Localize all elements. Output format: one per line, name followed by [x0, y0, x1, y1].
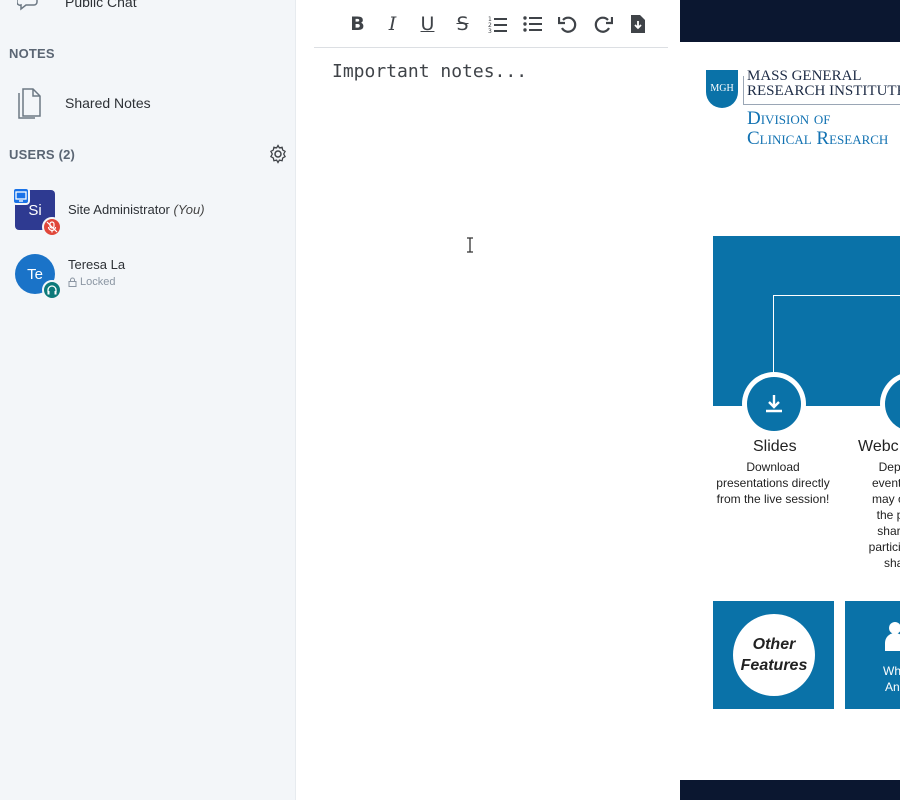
- other-features-circle: Other Features: [733, 614, 815, 696]
- public-chat-item[interactable]: Public Chat: [0, 0, 296, 14]
- lock-status: Locked: [68, 276, 115, 288]
- feature-desc-line: Depen: [878, 460, 900, 474]
- shared-notes-pane: B I U S 123: [296, 0, 680, 800]
- headphones-icon: [42, 280, 62, 300]
- bullet-list-icon: [522, 15, 542, 32]
- user-name: Site Administrator (You): [68, 202, 205, 217]
- feature-desc-slides: Download presentations directly from the…: [708, 459, 838, 507]
- gear-icon[interactable]: [268, 144, 288, 164]
- text-cursor-icon: [466, 237, 474, 258]
- logo-divider: [743, 76, 744, 104]
- ordered-list-icon: 123: [488, 16, 507, 33]
- org-rule: [743, 104, 900, 105]
- feature-desc-line: the pre: [876, 508, 900, 522]
- tile-partial-line1: Wh: [883, 664, 900, 678]
- public-chat-label: Public Chat: [65, 0, 137, 10]
- other-features-tile: Other Features: [713, 601, 834, 709]
- underline-button[interactable]: U: [410, 4, 445, 44]
- user-name: Teresa La: [68, 257, 126, 272]
- feature-tile-partial: Wh An: [845, 601, 900, 709]
- user-list-sidebar: Public Chat NOTES Shared Notes USERS (2)…: [0, 0, 296, 800]
- presentation-area: MGH MASS GENERAL RESEARCH INSTITUTE Divi…: [680, 0, 900, 800]
- feature-desc-line: may onl: [871, 492, 900, 506]
- feature-desc-line: presentations directly: [716, 476, 830, 490]
- shared-notes-label: Shared Notes: [65, 95, 151, 111]
- svg-text:3: 3: [488, 28, 492, 33]
- other-features-line2: Features: [740, 657, 808, 674]
- user-item-site-administrator[interactable]: Si Site Administrator (You): [0, 185, 296, 237]
- user-name-text: Site Administrator: [68, 202, 170, 217]
- lock-icon: [68, 277, 77, 287]
- feature-desc-line: event, y: [871, 476, 900, 490]
- tile-partial-line2: An: [885, 680, 900, 694]
- feature-desc-webcam: Depen event, y may onl the pre shared pa…: [854, 459, 900, 571]
- shared-notes-item[interactable]: Shared Notes: [0, 86, 296, 120]
- redo-icon: [594, 16, 613, 33]
- muted-mic-icon: [42, 217, 62, 237]
- presentation-slide[interactable]: MGH MASS GENERAL RESEARCH INSTITUTE Divi…: [680, 42, 900, 780]
- division-line2: Clinical Research: [747, 128, 889, 149]
- feature-title-webcam: Webc: [858, 438, 899, 455]
- org-name-line2: RESEARCH INSTITUTE: [747, 83, 900, 99]
- download-icon: [766, 395, 782, 413]
- document-icon: [12, 86, 46, 120]
- feature-desc-line: from the live session!: [716, 492, 830, 506]
- undo-icon: [557, 16, 576, 33]
- other-features-line1: Other: [752, 636, 796, 653]
- notes-section-title: NOTES: [9, 46, 55, 61]
- presenter-icon: [12, 187, 30, 205]
- svg-text:MGH: MGH: [710, 83, 733, 94]
- file-download-icon: [630, 14, 645, 33]
- feature-desc-line: share: [883, 556, 900, 570]
- user-item-teresa-la[interactable]: Te Teresa La Locked: [0, 250, 296, 302]
- feature-desc-line: participa: [868, 540, 900, 554]
- feature-desc-line: Download: [746, 460, 800, 474]
- italic-button[interactable]: I: [375, 4, 410, 44]
- ordered-list-button[interactable]: 123: [480, 4, 515, 44]
- undo-button[interactable]: [550, 4, 585, 44]
- mgh-shield-logo: MGH: [705, 69, 739, 109]
- feature-title-slides: Slides: [753, 438, 797, 455]
- person-icon: [885, 622, 900, 651]
- notes-editor[interactable]: [332, 56, 662, 86]
- users-section-title: USERS (2): [9, 147, 76, 162]
- notes-toolbar: B I U S 123: [314, 0, 668, 48]
- slides-feature-circle: [742, 372, 806, 436]
- feature-desc-line: shared: [877, 524, 900, 538]
- export-button[interactable]: [620, 4, 655, 44]
- redo-button[interactable]: [585, 4, 620, 44]
- you-label: (You): [173, 202, 205, 217]
- strikethrough-button[interactable]: S: [445, 4, 480, 44]
- division-line1: Division of: [747, 108, 831, 129]
- bold-button[interactable]: B: [340, 4, 375, 44]
- bullet-list-button[interactable]: [515, 4, 550, 44]
- lock-status-label: Locked: [80, 276, 116, 288]
- chat-icon: [15, 0, 49, 19]
